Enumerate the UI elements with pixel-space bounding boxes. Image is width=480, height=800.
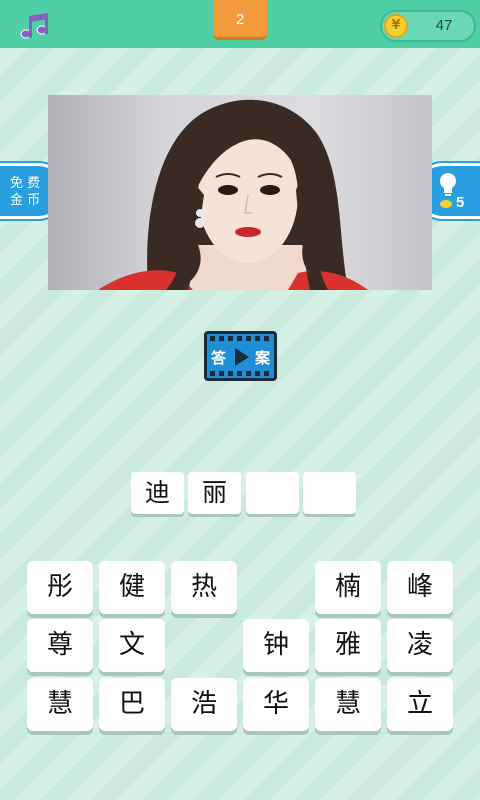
char-tile[interactable]: 文 xyxy=(99,619,165,672)
answer-slot-1[interactable]: 迪 xyxy=(131,472,184,514)
answer-label-right: 案 xyxy=(255,349,271,367)
char-tile[interactable]: 雅 xyxy=(315,619,381,672)
char-tile[interactable]: 峰 xyxy=(387,561,453,614)
char-tile[interactable]: 巴 xyxy=(99,678,165,731)
char-tile[interactable]: 立 xyxy=(387,678,453,731)
music-note-icon xyxy=(20,13,48,39)
answer-slot-3[interactable] xyxy=(246,472,299,514)
char-tile[interactable]: 尊 xyxy=(27,619,93,672)
puzzle-photo xyxy=(48,95,432,290)
music-toggle-button[interactable] xyxy=(12,8,56,48)
portrait-image xyxy=(98,99,368,290)
char-tile[interactable]: 华 xyxy=(243,678,309,731)
answer-video-button[interactable]: 答 案 xyxy=(204,331,277,381)
level-indicator: 2 xyxy=(213,0,267,40)
char-tile[interactable]: 彤 xyxy=(27,561,93,614)
coin-balance: ¥ 47 xyxy=(380,10,476,42)
hint-cost: 5 xyxy=(456,194,465,211)
answer-slot-2[interactable]: 丽 xyxy=(188,472,241,514)
play-icon xyxy=(235,348,249,366)
char-tile[interactable]: 健 xyxy=(99,561,165,614)
film-holes-top xyxy=(210,336,271,341)
char-tile[interactable]: 凌 xyxy=(387,619,453,672)
lightbulb-icon xyxy=(440,173,456,196)
answer-label-left: 答 xyxy=(211,349,227,367)
coin-icon: ¥ xyxy=(384,14,408,38)
coin-count: 47 xyxy=(435,17,453,34)
char-tile[interactable]: 慧 xyxy=(315,678,381,731)
char-tile[interactable]: 慧 xyxy=(27,678,93,731)
answer-slot-4[interactable] xyxy=(303,472,356,514)
char-tile[interactable]: 楠 xyxy=(315,561,381,614)
char-tile[interactable]: 热 xyxy=(171,561,237,614)
char-tile[interactable]: 浩 xyxy=(171,678,237,731)
hint-coin-icon xyxy=(440,200,452,208)
film-holes-bottom xyxy=(210,371,271,376)
char-tile[interactable]: 钟 xyxy=(243,619,309,672)
